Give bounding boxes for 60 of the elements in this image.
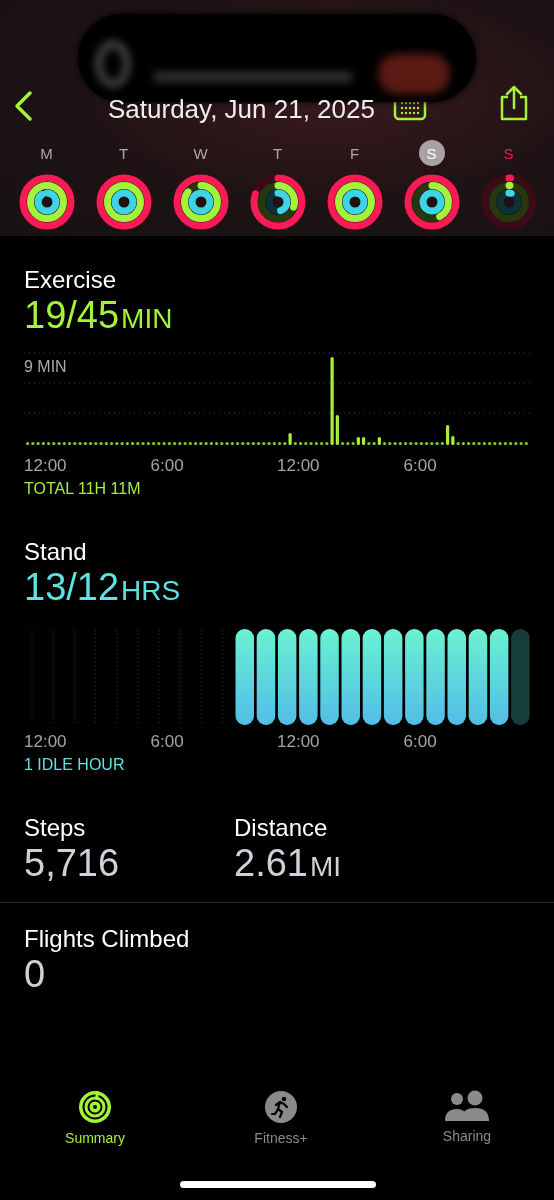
move-ring: [173, 174, 228, 230]
day-letter[interactable]: W: [187, 140, 214, 166]
stat-value: 0: [24, 953, 47, 995]
rings-icon: [78, 1090, 112, 1124]
day-letter[interactable]: S: [495, 140, 522, 166]
axis-label: 6:00: [403, 732, 437, 752]
tab-button[interactable]: Fitness+: [226, 1090, 336, 1146]
stand-title: Stand: [24, 538, 88, 566]
move-ring: [481, 174, 536, 230]
day-letter[interactable]: T: [264, 140, 291, 166]
stand-ring: [188, 189, 213, 215]
axis-label: 12:00: [277, 732, 320, 752]
move-ring: [404, 174, 459, 230]
exercise-ring: [180, 182, 221, 222]
stat-title: Distance: [234, 814, 329, 842]
stat-title: Steps: [24, 814, 87, 842]
stat-value: 2.61 MI: [234, 842, 343, 886]
exercise-bar: [356, 437, 360, 445]
axis-label: 6:00: [403, 456, 437, 476]
stand-ring: [496, 189, 521, 215]
stand-ring: [34, 189, 59, 215]
tab-button[interactable]: Sharing: [412, 1090, 522, 1146]
exercise-ring: [334, 182, 375, 222]
stat-title: Flights Climbed: [24, 925, 191, 953]
move-ring: [327, 174, 382, 230]
axis-label: 6:00: [150, 732, 184, 752]
runner-icon: [264, 1090, 298, 1124]
stand-ring: [111, 189, 136, 215]
stand-ring: [419, 189, 444, 215]
exercise-ring: [411, 182, 452, 222]
share-icon[interactable]: [498, 84, 530, 122]
exercise-ring: [26, 182, 67, 222]
exercise-bar: [377, 437, 381, 445]
axis-label: 12:00: [24, 732, 67, 752]
stat-value: 5,716: [24, 842, 121, 884]
stand-ring: [342, 189, 367, 215]
exercise-ring: [488, 182, 529, 222]
date-title: Saturday, Jun 21, 2025: [108, 93, 375, 124]
tab-button[interactable]: Summary: [40, 1090, 150, 1146]
exercise-ring: [257, 182, 298, 222]
move-ring: [96, 174, 151, 230]
move-ring: [19, 174, 74, 230]
axis-label: 6:00: [150, 456, 184, 476]
day-letter[interactable]: T: [110, 140, 137, 166]
exercise-bar: [362, 437, 366, 445]
axis-label: 12:00: [24, 456, 67, 476]
exercise-bar: [288, 433, 292, 445]
stand-value: 13/12HRS: [24, 566, 182, 610]
exercise-title: Exercise: [24, 266, 118, 294]
day-letter[interactable]: F: [341, 140, 368, 166]
exercise-value: 19/45MIN: [24, 294, 174, 338]
exercise-total: TOTAL 11H 11M: [24, 480, 142, 498]
people-icon: [444, 1090, 490, 1122]
move-ring: [250, 174, 305, 230]
axis-label: 12:00: [277, 456, 320, 476]
stand-ring: [265, 189, 290, 215]
back-icon[interactable]: [12, 90, 34, 122]
exercise-ring: [103, 182, 144, 222]
day-letter[interactable]: M: [33, 140, 60, 166]
idle-hours: 1 IDLE HOUR: [24, 756, 126, 774]
